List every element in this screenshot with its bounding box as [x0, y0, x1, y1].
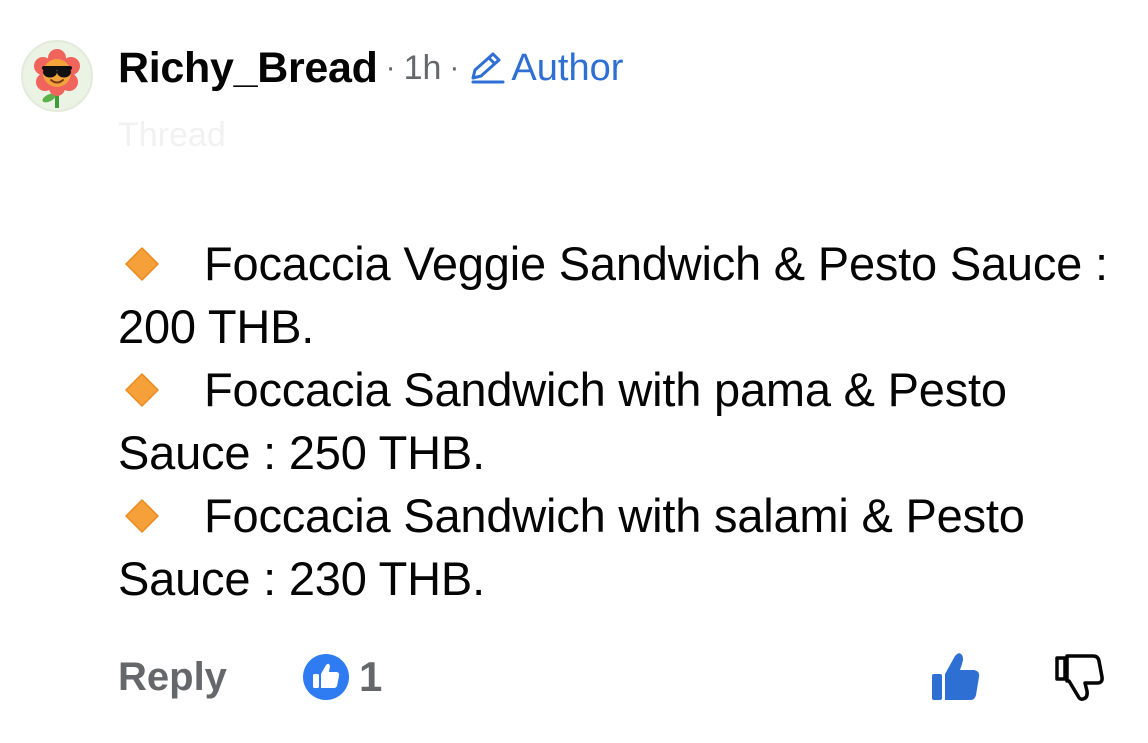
author-badge-label: Author	[511, 46, 624, 89]
menu-item-text: Foccacia Sandwich with salami & Pesto Sa…	[118, 489, 1025, 605]
reaction-count: 1	[359, 653, 383, 700]
separator-dot: ·	[385, 51, 396, 84]
thumbs-up-icon	[932, 653, 980, 700]
separator-dot: ·	[449, 51, 460, 84]
like-button[interactable]	[928, 650, 984, 707]
pencil-icon	[471, 52, 505, 84]
comment-header: Richy_Bread · 1h · Author	[118, 42, 623, 94]
username-link[interactable]: Richy_Bread	[118, 44, 378, 93]
reply-button[interactable]: Reply	[118, 655, 227, 700]
menu-item-text: Foccacia Sandwich with pama & Pesto Sauc…	[118, 363, 1007, 479]
author-badge: Author	[467, 47, 623, 90]
like-reaction-icon	[303, 654, 349, 700]
faded-tag: Thread	[118, 116, 226, 154]
comment-body: Focaccia Veggie Sandwich & Pesto Sauce :…	[118, 232, 1108, 610]
reaction-summary[interactable]: 1	[301, 652, 382, 702]
menu-item-pama: Foccacia Sandwich with pama & Pesto Sauc…	[118, 358, 1108, 484]
menu-item-text: Focaccia Veggie Sandwich & Pesto Sauce :…	[118, 237, 1108, 353]
orange-diamond-icon	[125, 373, 159, 407]
dislike-button[interactable]	[1053, 650, 1107, 707]
flower-sunglasses-icon	[34, 49, 80, 108]
orange-diamond-icon	[125, 247, 159, 281]
orange-diamond-icon	[125, 499, 159, 533]
comment-actions: Reply 1	[118, 650, 1108, 706]
menu-item-salami: Foccacia Sandwich with salami & Pesto Sa…	[118, 484, 1108, 610]
avatar[interactable]	[21, 40, 93, 112]
menu-item-veggie: Focaccia Veggie Sandwich & Pesto Sauce :…	[118, 232, 1108, 358]
thumbs-down-icon	[1055, 654, 1104, 701]
timestamp[interactable]: 1h	[404, 49, 442, 88]
